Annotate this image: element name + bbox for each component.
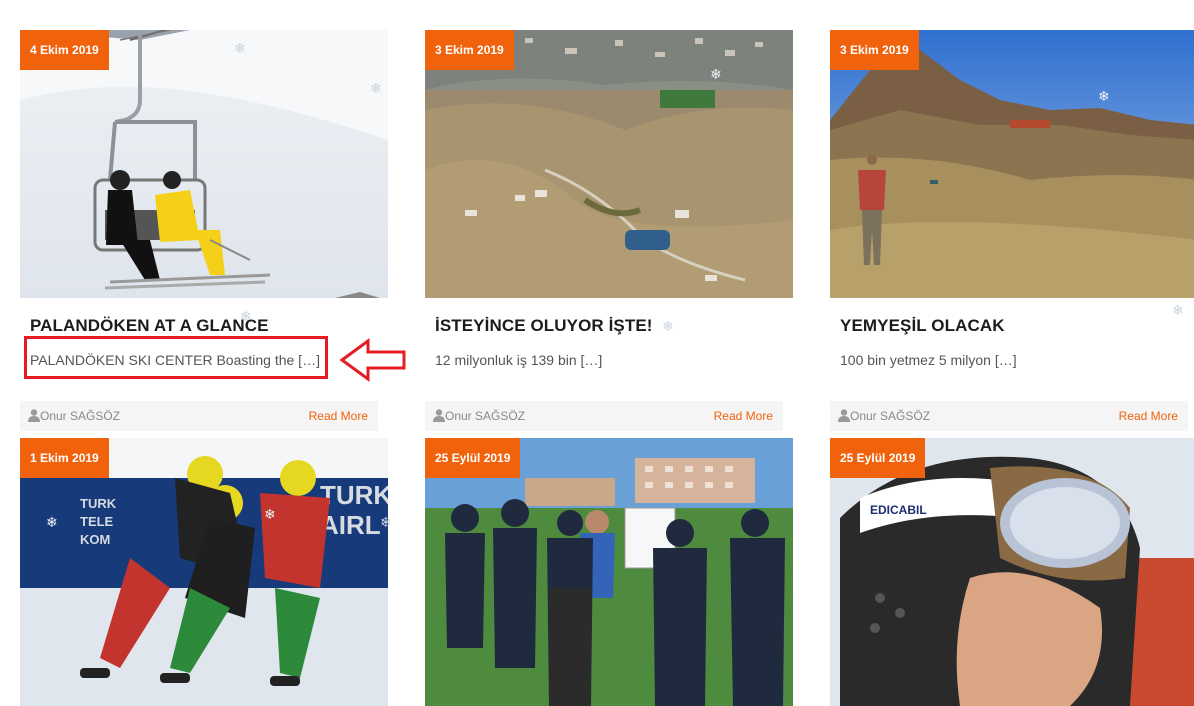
- post-date-badge: 3 Ekim 2019: [830, 30, 919, 70]
- snowflake-icon: ❄: [1098, 88, 1110, 104]
- post-title[interactable]: YEMYEŞİL OLACAK: [840, 316, 1005, 336]
- post-meta-bar: Onur SAĞSÖZ Read More: [830, 401, 1188, 431]
- ticket-text: TELE: [80, 514, 114, 529]
- post-title[interactable]: İSTEYİNCE OLUYOR İŞTE!: [435, 316, 653, 336]
- highlight-box: [24, 336, 328, 379]
- ticket-text: KOM: [80, 532, 110, 547]
- post-date-badge: 4 Ekim 2019: [20, 30, 109, 70]
- snowflake-icon: ❄: [710, 66, 722, 82]
- helmet-brand-text: EDICABIL: [870, 503, 927, 517]
- left-arrow-icon: [339, 338, 406, 382]
- post-thumbnail[interactable]: EDICABIL: [830, 438, 1194, 706]
- snowflake-icon: ❄: [370, 80, 382, 96]
- user-icon: [838, 409, 850, 422]
- post-date-badge: 25 Eylül 2019: [830, 438, 926, 478]
- post-thumbnail[interactable]: [425, 438, 793, 706]
- post-thumbnail[interactable]: [830, 30, 1194, 298]
- post-thumbnail[interactable]: TURK TELE KOM TURK AIRL: [20, 438, 388, 706]
- sponsor-text: TURK: [320, 480, 388, 510]
- post-date-badge: 25 Eylül 2019: [425, 438, 521, 478]
- snowflake-icon: ❄: [380, 514, 392, 530]
- post-author[interactable]: Onur SAĞSÖZ: [445, 409, 525, 423]
- post-author[interactable]: Onur SAĞSÖZ: [40, 409, 120, 423]
- post-excerpt: 100 bin yetmez 5 milyon […]: [840, 352, 1017, 368]
- ticket-text: TURK: [80, 496, 117, 511]
- snowflake-icon: ❄: [46, 514, 58, 530]
- read-more-link[interactable]: Read More: [1119, 409, 1178, 423]
- snowflake-icon: ❄: [662, 318, 674, 334]
- post-author[interactable]: Onur SAĞSÖZ: [850, 409, 930, 423]
- post-date-badge: 3 Ekim 2019: [425, 30, 514, 70]
- snowflake-icon: ❄: [240, 308, 252, 324]
- post-title[interactable]: PALANDÖKEN AT A GLANCE: [30, 316, 269, 336]
- sponsor-text: AIRL: [320, 510, 381, 540]
- snowflake-icon: ❄: [264, 506, 276, 522]
- user-icon: [433, 409, 445, 422]
- user-icon: [28, 409, 40, 422]
- post-thumbnail[interactable]: [20, 30, 388, 298]
- read-more-link[interactable]: Read More: [309, 409, 368, 423]
- post-date-badge: 1 Ekim 2019: [20, 438, 109, 478]
- snowflake-icon: ❄: [1172, 302, 1184, 318]
- post-meta-bar: Onur SAĞSÖZ Read More: [425, 401, 783, 431]
- post-excerpt: 12 milyonluk iş 139 bin […]: [435, 352, 603, 368]
- read-more-link[interactable]: Read More: [714, 409, 773, 423]
- snowflake-icon: ❄: [234, 40, 246, 56]
- post-meta-bar: Onur SAĞSÖZ Read More: [20, 401, 378, 431]
- post-thumbnail[interactable]: [425, 30, 793, 298]
